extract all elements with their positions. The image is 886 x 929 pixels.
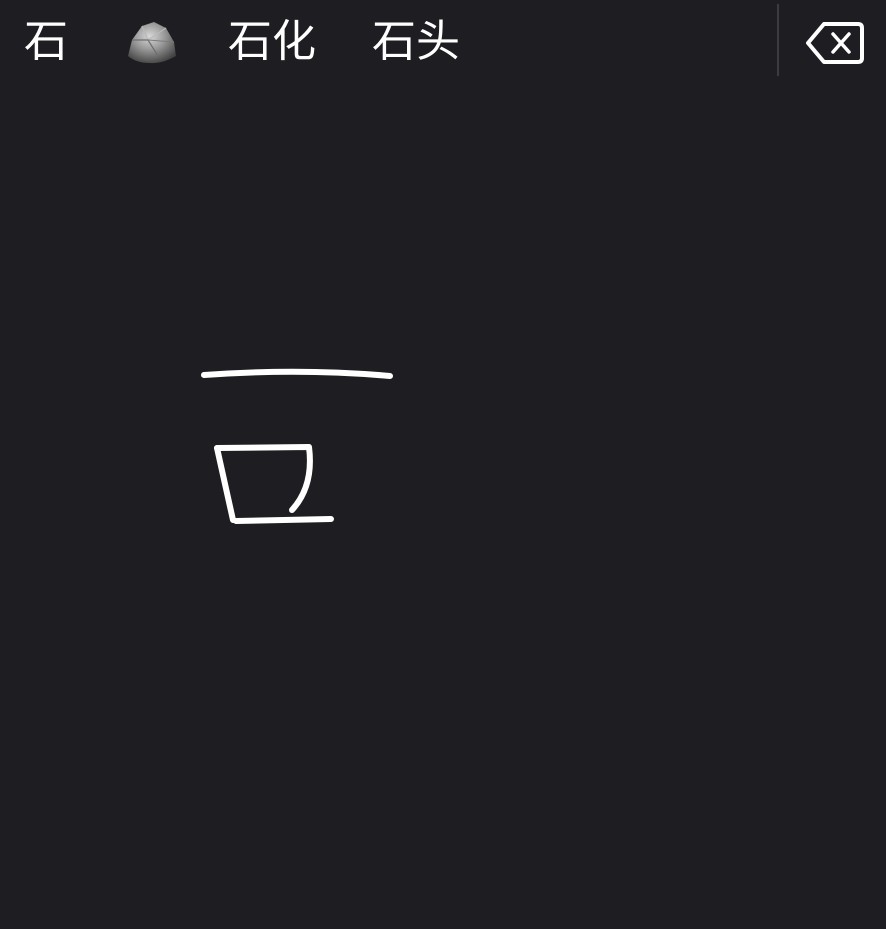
candidate-divider [777,4,779,76]
handwriting-stroke-1 [201,368,393,379]
candidate-shihua[interactable]: 石化 [228,12,316,72]
candidate-shitou[interactable]: 石头 [372,12,460,72]
candidate-shi[interactable]: 石 [24,12,68,72]
handwriting-canvas[interactable] [0,84,886,929]
handwriting-stroke-3 [214,444,334,524]
rock-emoji-icon [128,22,176,64]
delete-button[interactable] [802,16,868,70]
backspace-icon [806,22,864,64]
handwriting-stroke-2 [214,445,236,523]
candidate-bar: 石 石化 石头 [0,0,886,84]
candidate-rock-emoji[interactable] [122,16,178,66]
